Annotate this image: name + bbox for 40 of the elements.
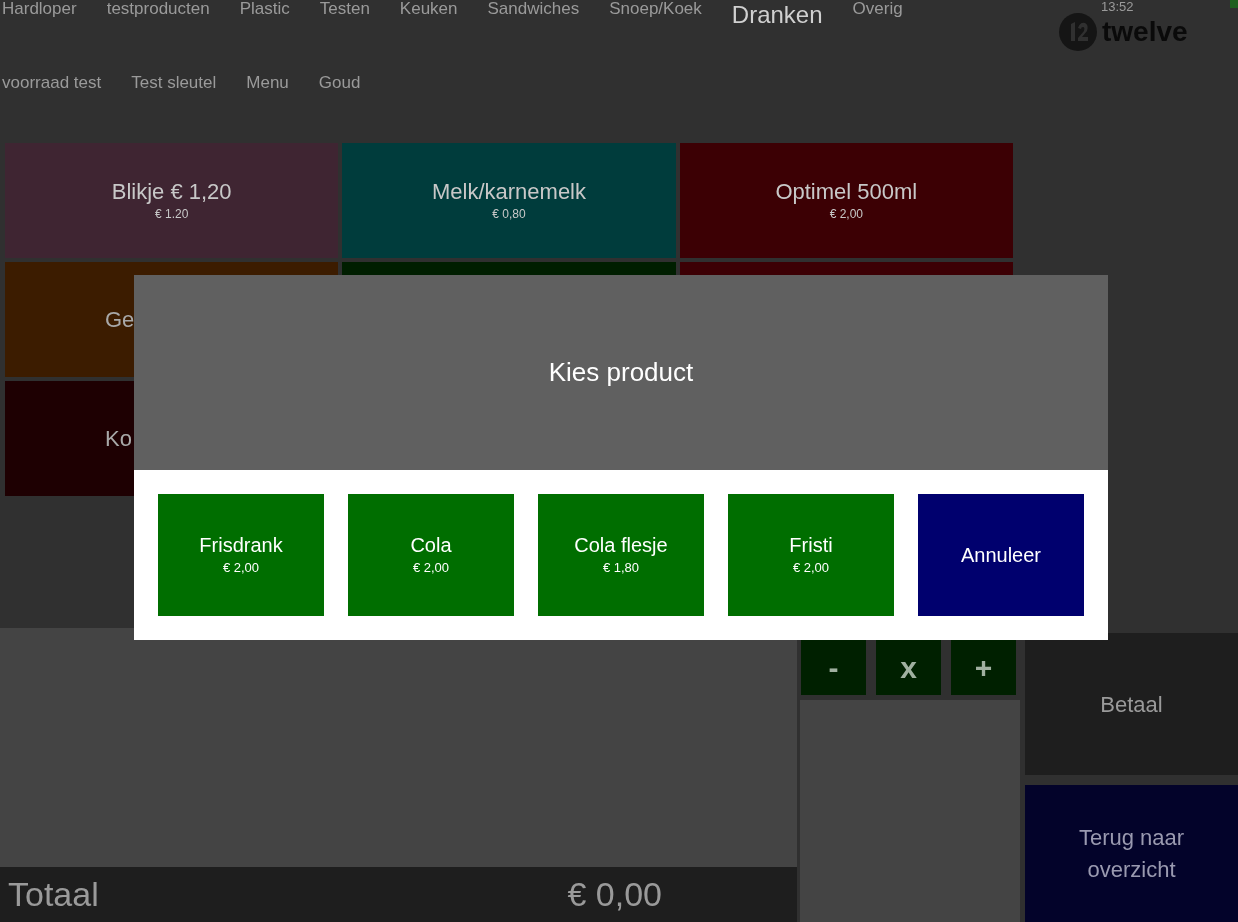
category-tab[interactable]: Overig (852, 0, 903, 18)
product-tile[interactable]: Optimel 500ml € 2,00 (679, 143, 1013, 258)
product-name: Optimel 500ml (775, 178, 918, 205)
category-tab[interactable]: Sandwiches (487, 0, 580, 18)
category-tab[interactable]: Snoep/Koek (609, 0, 702, 18)
cancel-button[interactable]: Annuleer (918, 494, 1084, 616)
dialog-title: Kies product (548, 356, 694, 389)
category-tab[interactable]: Dranken (731, 0, 823, 30)
quantity-button[interactable]: - (801, 640, 866, 695)
back-button[interactable]: Terug naar overzicht (1025, 785, 1238, 922)
quantity-button[interactable]: x (876, 640, 941, 695)
category-tab[interactable]: Plastic (239, 0, 290, 18)
logo-icon (1058, 12, 1098, 52)
product-name: Melk/karnemelk (431, 178, 586, 205)
quantity-button[interactable]: + (951, 640, 1016, 695)
product-tile[interactable]: Blikje € 1,20 € 1.20 (5, 143, 339, 258)
product-name: Blikje € 1,20 (111, 178, 232, 205)
total-amount: € 0,00 (567, 874, 662, 915)
product-option[interactable]: Frisdrank € 2,00 (158, 494, 324, 616)
product-price: € 2,00 (829, 205, 863, 223)
category-tab[interactable]: Keuken (399, 0, 458, 18)
category-tab[interactable]: Goud (318, 74, 361, 92)
product-option[interactable]: Cola flesje € 1,80 (538, 494, 704, 616)
category-tab[interactable]: Hardloper (2, 0, 77, 18)
product-option[interactable]: Fristi € 2,00 (728, 494, 894, 616)
category-tab[interactable]: voorraad test (2, 74, 102, 92)
clock: 13:52 (1101, 0, 1134, 14)
product-tile[interactable]: Melk/karnemelk € 0,80 (342, 143, 676, 258)
category-tab[interactable]: Testen (319, 0, 370, 18)
category-tab[interactable]: testproducten (106, 0, 210, 18)
product-price: € 1.20 (154, 205, 189, 223)
total-label: Totaal (8, 874, 99, 915)
category-tab[interactable]: Test sleutel (131, 74, 217, 92)
product-name: Ge (105, 306, 135, 333)
product-name: Ko (105, 425, 132, 452)
product-option[interactable]: Cola € 2,00 (348, 494, 514, 616)
pay-button[interactable]: Betaal (1025, 633, 1238, 775)
status-icon (1230, 0, 1238, 8)
category-tab[interactable]: Menu (246, 74, 289, 92)
product-price: € 0,80 (492, 205, 526, 223)
